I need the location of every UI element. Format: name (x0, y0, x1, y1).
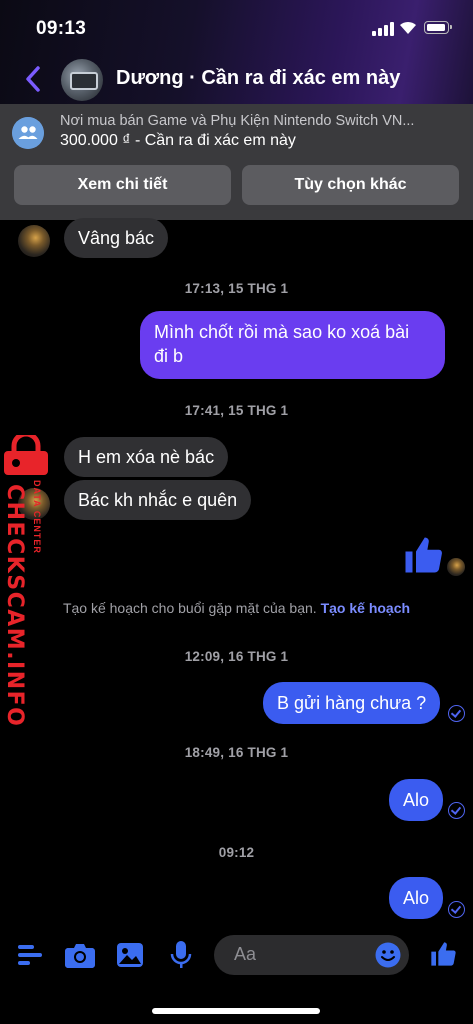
timestamp: 09:12 (218, 845, 255, 860)
plan-text: Tạo kế hoạch cho buổi gặp mặt của bạn. (62, 600, 317, 616)
message-line: đi b (154, 346, 184, 366)
watermark-subtext: DATA CENTER (32, 480, 42, 554)
home-indicator (152, 1008, 320, 1014)
avatar[interactable] (18, 225, 50, 257)
menu-icon[interactable] (18, 944, 42, 966)
message-sent[interactable]: B gửi hàng chưa ? (263, 682, 441, 724)
message-sent[interactable]: Alo (389, 877, 444, 919)
create-plan-link[interactable]: Tạo kế hoạch (321, 600, 410, 616)
listing-group-name: Nơi mua bán Game và Phụ Kiện Nintendo Sw… (60, 113, 415, 129)
seen-avatar (447, 558, 465, 576)
battery-icon (424, 21, 452, 34)
delivered-icon (448, 802, 465, 819)
delivered-icon (448, 705, 465, 722)
view-details-button[interactable]: Xem chi tiết (14, 165, 231, 205)
status-bar: 09:13 (0, 0, 473, 50)
like-icon[interactable] (429, 940, 457, 968)
image-icon[interactable] (117, 943, 143, 967)
message-line: Mình chốt rồi mà sao ko xoá bài (154, 322, 410, 342)
chat-title[interactable]: Dương · Cần ra đi xác em này (116, 67, 400, 90)
message-received[interactable]: H em xóa nè bác (64, 437, 229, 477)
message-sent[interactable]: Alo (389, 779, 444, 821)
emoji-icon[interactable] (375, 942, 401, 968)
input-placeholder: Aa (234, 944, 257, 964)
listing-price: 300.000 ₫ - Cần ra đi xác em này (60, 132, 296, 149)
microphone-icon[interactable] (170, 940, 192, 970)
timestamp: 18:49, 16 THG 1 (184, 745, 289, 760)
delivered-icon (448, 901, 465, 918)
plan-prompt: Tạo kế hoạch cho buổi gặp mặt của bạn. T… (0, 600, 473, 616)
message-received[interactable]: Bác kh nhắc e quên (64, 480, 252, 520)
group-icon (12, 117, 44, 149)
camera-icon[interactable] (65, 942, 95, 968)
back-icon[interactable] (22, 64, 46, 94)
signal-icon (372, 22, 394, 36)
message-sent[interactable]: Mình chốt rồi mà sao ko xoá bài đi b (140, 311, 445, 379)
timestamp: 17:13, 15 THG 1 (184, 281, 289, 296)
lock-icon (4, 435, 48, 475)
wifi-icon (400, 21, 416, 34)
more-options-button[interactable]: Tùy chọn khác (242, 165, 459, 205)
timestamp: 12:09, 16 THG 1 (184, 649, 289, 664)
timestamp: 17:41, 15 THG 1 (184, 403, 289, 418)
like-icon[interactable] (402, 534, 444, 576)
message-received[interactable]: Vâng bác (64, 218, 169, 258)
status-time: 09:13 (36, 18, 87, 39)
contact-avatar[interactable] (61, 59, 103, 101)
